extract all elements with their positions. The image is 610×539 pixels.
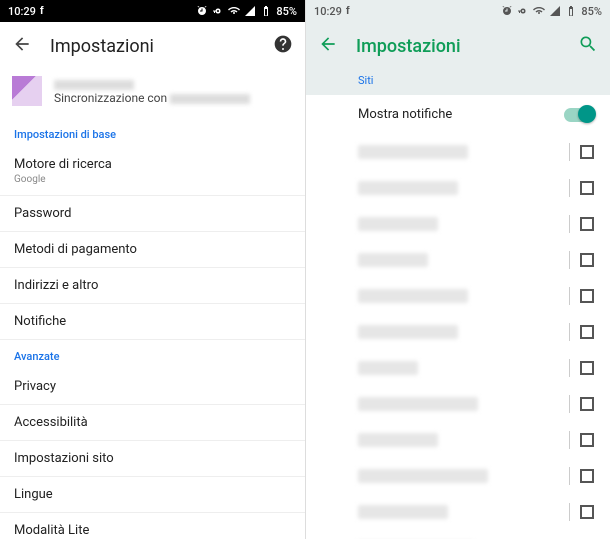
site-label-redacted bbox=[358, 361, 418, 375]
site-row[interactable] bbox=[306, 350, 610, 386]
divider bbox=[569, 215, 570, 233]
toggle-label: Mostra notifiche bbox=[358, 107, 452, 122]
site-row[interactable] bbox=[306, 314, 610, 350]
section-sites: Siti bbox=[306, 70, 610, 95]
back-button[interactable] bbox=[12, 34, 32, 58]
signal-icon bbox=[549, 5, 561, 17]
site-row[interactable] bbox=[306, 170, 610, 206]
search-icon[interactable] bbox=[578, 34, 598, 58]
site-label-redacted bbox=[358, 325, 458, 339]
row-languages[interactable]: Lingue bbox=[0, 477, 305, 513]
divider bbox=[569, 395, 570, 413]
site-checkbox[interactable] bbox=[580, 433, 594, 447]
status-time: 10:29 bbox=[314, 5, 342, 18]
status-time: 10:29 bbox=[8, 5, 36, 18]
status-bar-right: 10:29 f 85% bbox=[306, 0, 610, 22]
avatar bbox=[12, 76, 42, 106]
appbar-right: Impostazioni bbox=[306, 22, 610, 70]
battery-pct: 85% bbox=[276, 5, 297, 18]
wifi-icon bbox=[533, 5, 545, 17]
row-site-settings[interactable]: Impostazioni sito bbox=[0, 441, 305, 477]
back-button[interactable] bbox=[318, 34, 338, 58]
account-text: Sincronizzazione con bbox=[54, 77, 250, 105]
divider bbox=[569, 251, 570, 269]
show-notifications-row[interactable]: Mostra notifiche bbox=[306, 95, 610, 134]
page-title: Impostazioni bbox=[50, 36, 255, 57]
advanced-list: Privacy Accessibilità Impostazioni sito … bbox=[0, 369, 305, 539]
site-checkbox[interactable] bbox=[580, 397, 594, 411]
basic-list: Motore di ricerca Google Password Metodi… bbox=[0, 147, 305, 340]
site-checkbox[interactable] bbox=[580, 469, 594, 483]
divider bbox=[569, 503, 570, 521]
site-row[interactable] bbox=[306, 134, 610, 170]
row-lite-mode[interactable]: Modalità Lite Off bbox=[0, 513, 305, 539]
site-label-redacted bbox=[358, 469, 488, 483]
site-row[interactable] bbox=[306, 206, 610, 242]
battery-icon bbox=[565, 5, 577, 17]
section-advanced: Avanzate bbox=[0, 340, 305, 369]
site-label-redacted bbox=[358, 289, 468, 303]
account-row[interactable]: Sincronizzazione con bbox=[0, 70, 305, 118]
divider bbox=[569, 287, 570, 305]
battery-pct: 85% bbox=[581, 5, 602, 18]
site-row[interactable] bbox=[306, 422, 610, 458]
site-label-redacted bbox=[358, 505, 448, 519]
wifi-icon bbox=[228, 5, 240, 17]
help-icon[interactable] bbox=[273, 34, 293, 58]
row-password[interactable]: Password bbox=[0, 196, 305, 232]
facebook-icon: f bbox=[346, 5, 350, 17]
status-bar-left: 10:29 f 85% bbox=[0, 0, 305, 22]
site-checkbox[interactable] bbox=[580, 289, 594, 303]
alarm-icon bbox=[501, 5, 513, 17]
facebook-icon: f bbox=[40, 5, 44, 17]
row-addresses[interactable]: Indirizzi e altro bbox=[0, 268, 305, 304]
vpn-key-icon bbox=[517, 5, 529, 17]
row-search-engine[interactable]: Motore di ricerca Google bbox=[0, 147, 305, 196]
divider bbox=[569, 179, 570, 197]
signal-icon bbox=[244, 5, 256, 17]
divider bbox=[569, 359, 570, 377]
site-label-redacted bbox=[358, 145, 468, 159]
divider bbox=[569, 467, 570, 485]
site-checkbox[interactable] bbox=[580, 145, 594, 159]
site-label-redacted bbox=[358, 181, 458, 195]
vpn-key-icon bbox=[212, 5, 224, 17]
site-checkbox[interactable] bbox=[580, 253, 594, 267]
site-checkbox[interactable] bbox=[580, 217, 594, 231]
site-row[interactable] bbox=[306, 458, 610, 494]
site-row[interactable] bbox=[306, 386, 610, 422]
site-label-redacted bbox=[358, 217, 438, 231]
site-row[interactable] bbox=[306, 530, 610, 539]
site-label-redacted bbox=[358, 397, 478, 411]
battery-icon bbox=[260, 5, 272, 17]
page-title: Impostazioni bbox=[356, 36, 560, 57]
site-checkbox[interactable] bbox=[580, 361, 594, 375]
site-row[interactable] bbox=[306, 278, 610, 314]
site-row[interactable] bbox=[306, 494, 610, 530]
site-list bbox=[306, 134, 610, 539]
site-checkbox[interactable] bbox=[580, 181, 594, 195]
row-payment[interactable]: Metodi di pagamento bbox=[0, 232, 305, 268]
section-basic: Impostazioni di base bbox=[0, 118, 305, 147]
appbar-left: Impostazioni bbox=[0, 22, 305, 70]
divider bbox=[569, 431, 570, 449]
divider bbox=[569, 323, 570, 341]
row-notifications[interactable]: Notifiche bbox=[0, 304, 305, 340]
row-privacy[interactable]: Privacy bbox=[0, 369, 305, 405]
site-checkbox[interactable] bbox=[580, 505, 594, 519]
site-checkbox[interactable] bbox=[580, 325, 594, 339]
alarm-icon bbox=[196, 5, 208, 17]
show-notifications-toggle[interactable] bbox=[564, 108, 594, 122]
site-row[interactable] bbox=[306, 242, 610, 278]
site-label-redacted bbox=[358, 433, 438, 447]
divider bbox=[569, 143, 570, 161]
site-label-redacted bbox=[358, 253, 428, 267]
row-accessibility[interactable]: Accessibilità bbox=[0, 405, 305, 441]
